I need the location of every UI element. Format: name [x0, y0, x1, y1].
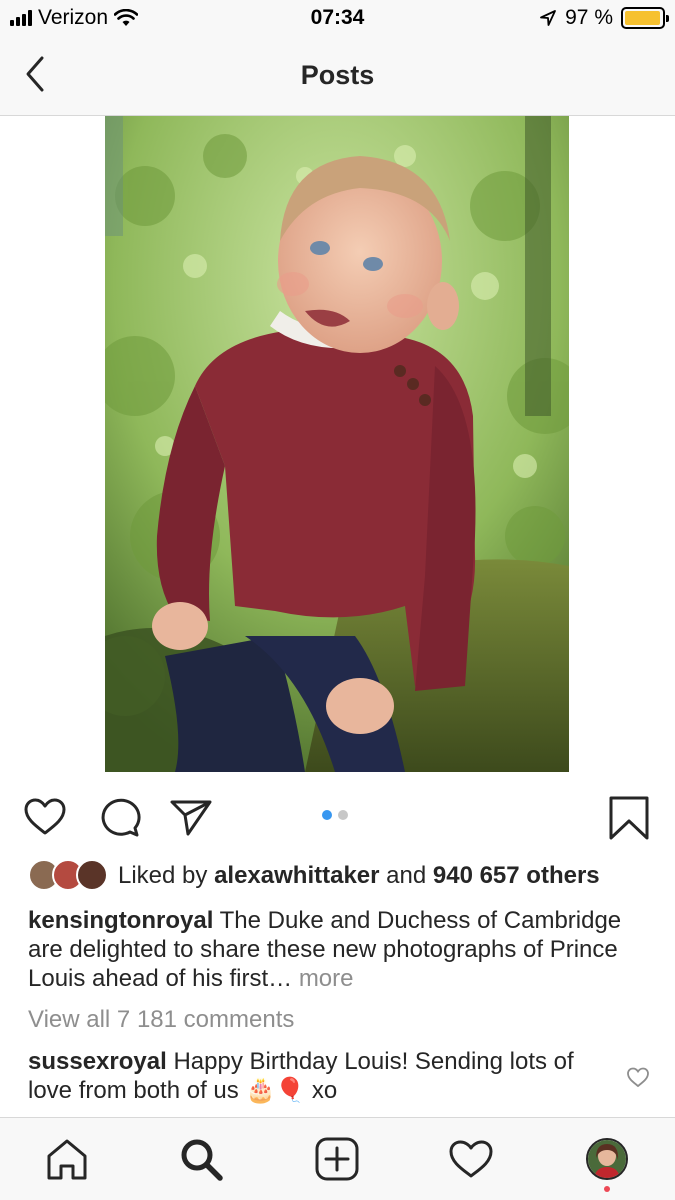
share-icon[interactable] — [168, 794, 214, 840]
post-photo-image — [105, 116, 569, 772]
battery-percent: 97 % — [565, 6, 613, 29]
location-arrow-icon — [540, 10, 557, 26]
carousel-indicator — [322, 810, 348, 820]
battery-icon — [621, 7, 669, 29]
activity-heart-icon[interactable] — [448, 1136, 494, 1182]
notification-dot — [604, 1186, 610, 1192]
heart-icon[interactable] — [22, 794, 68, 840]
nav-bar: Posts — [0, 38, 675, 116]
view-all-comments-link[interactable]: View all 7 181 comments — [28, 1006, 294, 1034]
likes-count[interactable]: 940 657 others — [433, 862, 600, 889]
home-icon[interactable] — [44, 1136, 90, 1182]
caption-more-link[interactable]: more — [299, 965, 354, 992]
liker-username[interactable]: alexawhittaker — [214, 862, 379, 889]
search-icon[interactable] — [178, 1136, 224, 1182]
likes-prefix: Liked by — [118, 862, 208, 889]
profile-avatar[interactable] — [586, 1138, 628, 1180]
battery-fill — [625, 11, 660, 25]
post-caption: kensingtonroyal The Duke and Duchess of … — [28, 906, 653, 993]
page-title: Posts — [300, 60, 375, 90]
avatar — [76, 859, 108, 891]
comment-icon[interactable] — [96, 794, 142, 840]
bookmark-icon[interactable] — [606, 794, 652, 840]
tab-bar — [0, 1117, 675, 1200]
status-bar: Verizon 07:34 97 % — [0, 0, 675, 38]
post-actions — [0, 786, 675, 846]
comment-username[interactable]: sussexroyal — [28, 1048, 167, 1075]
likes-text: Liked by alexawhittaker and 940 657 othe… — [118, 862, 600, 890]
caption-username[interactable]: kensingtonroyal — [28, 907, 213, 934]
profile-avatar-image — [588, 1140, 626, 1178]
likes-conj: and — [386, 862, 427, 889]
comment-like-heart-icon[interactable] — [626, 1066, 650, 1088]
post-photo[interactable] — [105, 116, 569, 772]
add-post-icon[interactable] — [314, 1136, 360, 1182]
carousel-dot — [338, 810, 348, 820]
liker-avatars — [28, 859, 108, 893]
comment-preview: sussexroyal Happy Birthday Louis! Sendin… — [28, 1047, 618, 1105]
likes-row[interactable]: Liked by alexawhittaker and 940 657 othe… — [28, 858, 600, 894]
carousel-dot-active — [322, 810, 332, 820]
